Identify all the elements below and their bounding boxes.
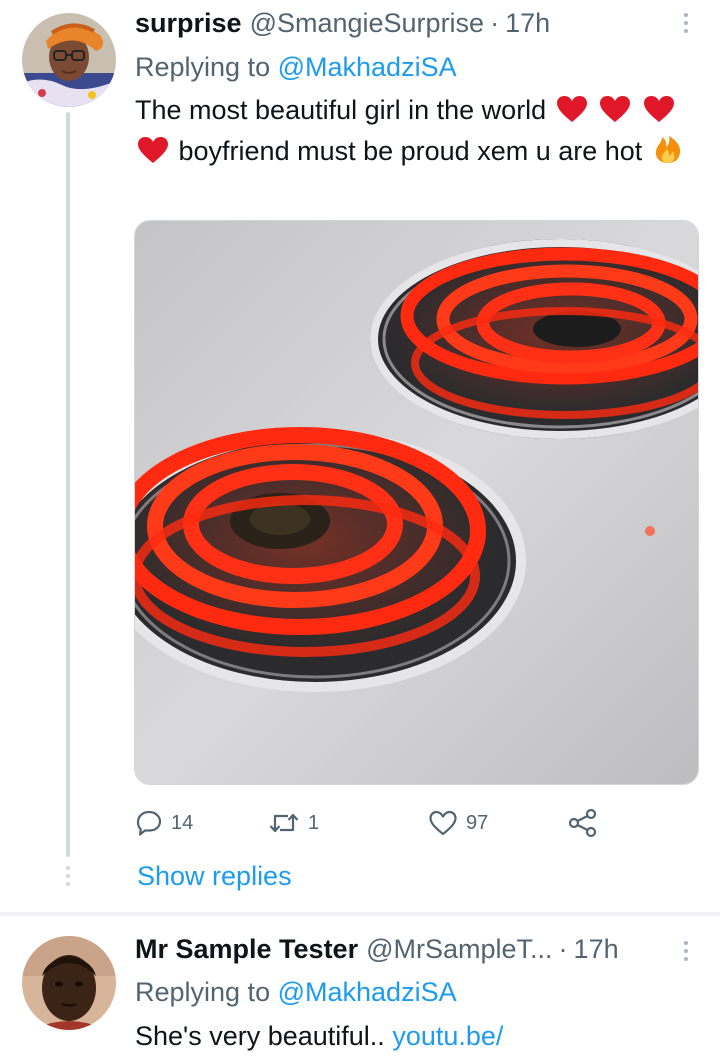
thread-dots	[64, 866, 72, 886]
handle[interactable]: @SmangieSurprise	[250, 3, 485, 43]
replying-to: Replying to @MakhadziSA	[135, 973, 457, 1011]
tweet-text-line3: hot	[604, 136, 643, 166]
retweet-icon	[269, 813, 299, 833]
comment-icon	[136, 810, 162, 836]
replying-mention[interactable]: @MakhadziSA	[278, 977, 457, 1007]
tweet-text-line1: The most beautiful girl in the world	[135, 95, 547, 125]
reply-button[interactable]: 14	[135, 803, 193, 843]
share-button[interactable]	[567, 803, 597, 843]
tweet-text-line2: boyfriend must be proud xem u are	[178, 136, 598, 166]
tweet-actions: 14 1 97	[135, 803, 615, 843]
reply-count: 14	[171, 811, 194, 834]
like-count: 97	[466, 811, 489, 834]
display-name[interactable]: Mr Sample Tester	[135, 929, 358, 969]
more-vertical-icon[interactable]	[676, 936, 696, 966]
replying-prefix: Replying to	[135, 52, 271, 82]
tweet-text: She's very beautiful.. youtu.be/	[135, 1016, 705, 1056]
red-heart-emoji	[643, 96, 674, 123]
fire-emoji	[655, 135, 680, 163]
tweet-text-body: She's very beautiful..	[135, 1021, 385, 1051]
handle[interactable]: @MrSampleT...	[366, 929, 552, 969]
timestamp[interactable]: 17h	[574, 929, 619, 969]
display-name[interactable]: surprise	[135, 3, 242, 43]
avatar[interactable]	[22, 13, 116, 107]
like-button[interactable]: 97	[428, 803, 488, 843]
timestamp[interactable]: 17h	[505, 3, 550, 43]
separator-dot: ·	[558, 934, 568, 964]
replying-prefix: Replying to	[135, 977, 271, 1007]
replying-to: Replying to @MakhadziSA	[135, 48, 457, 86]
thread-line	[66, 112, 70, 857]
replying-mention[interactable]: @MakhadziSA	[278, 52, 457, 82]
tweet-header: surprise @SmangieSurprise · 17h	[135, 3, 550, 43]
tweet[interactable]: surprise @SmangieSurprise · 17h Replying…	[0, 0, 720, 912]
more-vertical-icon[interactable]	[676, 8, 696, 38]
red-heart-emoji	[138, 137, 168, 164]
retweet-count: 1	[308, 811, 320, 834]
share-icon	[568, 808, 597, 838]
tweet-link[interactable]: youtu.be/	[392, 1021, 503, 1051]
retweet-button[interactable]: 1	[268, 803, 319, 843]
heart-outline-icon	[429, 810, 457, 836]
tweet-text: The most beautiful girl in the world boy…	[135, 90, 705, 172]
red-heart-emoji	[556, 96, 587, 123]
separator-dot: ·	[490, 8, 500, 38]
tweet[interactable]: Mr Sample Tester @MrSampleT... · 17h Rep…	[0, 916, 720, 1053]
red-heart-emoji	[600, 96, 631, 123]
avatar[interactable]	[22, 936, 116, 1030]
tweet-header: Mr Sample Tester @MrSampleT... · 17h	[135, 929, 619, 969]
show-replies-link[interactable]: Show replies	[137, 856, 292, 896]
tweet-media-image[interactable]	[134, 220, 699, 785]
